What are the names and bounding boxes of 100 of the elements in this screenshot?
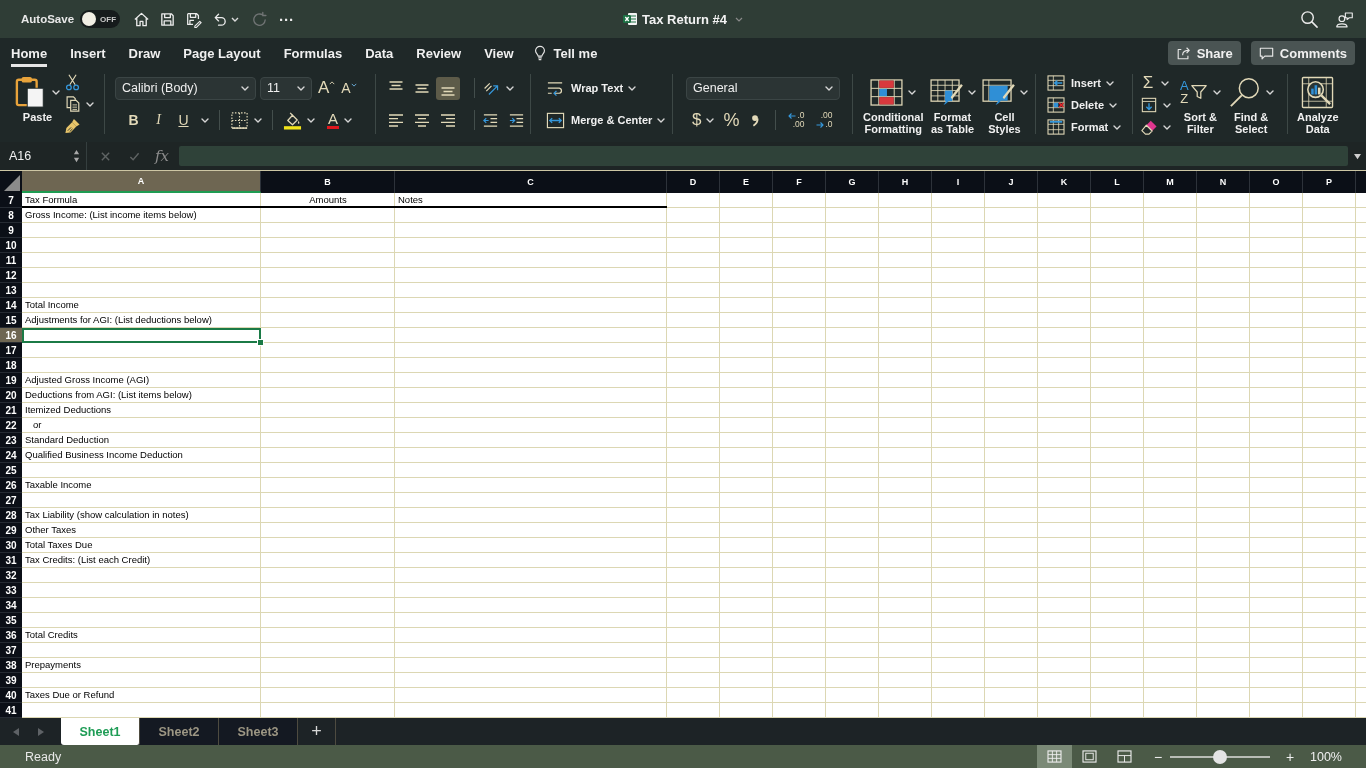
table-cell-text: Adjustments for AGI: (List deductions below) — [24, 313, 213, 327]
expand-icon[interactable] — [1353, 152, 1362, 160]
grid-x-icon — [1047, 97, 1065, 113]
normal-view-button[interactable] — [1037, 745, 1072, 768]
more-button[interactable]: ··· — [279, 10, 295, 28]
selected-cell[interactable] — [22, 328, 261, 343]
ribbon-tab[interactable]: Page Layout — [183, 39, 261, 67]
currency-button[interactable]: $ — [692, 110, 702, 130]
check-icon[interactable] — [129, 150, 140, 162]
italic-button[interactable]: I — [146, 109, 171, 131]
sheet-tab[interactable]: Sheet2 — [140, 718, 219, 745]
format-cells-button[interactable]: Format — [1047, 116, 1132, 138]
save-pencil-icon[interactable] — [185, 10, 203, 28]
zoom-in-button[interactable]: + — [1284, 748, 1296, 765]
cell-grid[interactable] — [22, 193, 1366, 718]
decrease-decimal-button[interactable]: .00 .0 — [814, 111, 833, 129]
grid-icon — [1047, 750, 1062, 763]
eraser-icon[interactable] — [1140, 119, 1158, 135]
redo-icon[interactable] — [251, 10, 269, 28]
paintbrush-icon[interactable] — [64, 117, 81, 135]
conditional-formatting-button[interactable]: Conditional Formatting — [863, 68, 924, 142]
bold-button[interactable]: B — [121, 109, 146, 131]
table-brush-icon — [929, 78, 963, 106]
ribbon-tab[interactable]: Home — [11, 39, 48, 67]
home-icon[interactable] — [133, 10, 151, 28]
fill-bucket-icon[interactable] — [283, 110, 302, 130]
increase-decimal-button[interactable]: .0 .00 — [786, 111, 805, 129]
ribbon-tab[interactable]: Formulas — [283, 39, 343, 67]
font-name-dropdown[interactable]: Calibri (Body) — [115, 76, 256, 100]
merge-center-button[interactable]: Merge & Center — [546, 110, 666, 130]
table-cell-text: Taxes Due or Refund — [24, 688, 116, 702]
name-box[interactable]: A16 — [0, 142, 87, 170]
table-cell: Amounts — [261, 193, 395, 208]
table-cell-text: Itemized Deductions — [24, 403, 113, 417]
zoom-slider-thumb[interactable] — [1213, 749, 1227, 764]
ribbon-tab[interactable]: Review — [416, 39, 462, 67]
cancel-icon[interactable] — [100, 150, 111, 162]
table-grid-icon — [1047, 119, 1065, 135]
delete-cells-button[interactable]: Delete — [1047, 94, 1132, 116]
formula-input[interactable] — [179, 146, 1348, 166]
save-icon[interactable] — [159, 10, 177, 28]
grid-arrow-icon — [1047, 75, 1065, 91]
cell-styles-button[interactable]: Cell Styles — [981, 68, 1028, 142]
comments-button[interactable]: Comments — [1250, 41, 1355, 65]
find-select-button[interactable]: Find & Select — [1228, 68, 1274, 142]
scroll-right-icon[interactable] — [37, 726, 45, 737]
align-bottom-button[interactable] — [436, 76, 460, 100]
table-cell-text: Gross Income: (List income items below) — [24, 208, 198, 222]
sort-filter-button[interactable]: A Z Sort & Filter — [1180, 68, 1221, 142]
zoom-out-button[interactable]: − — [1152, 748, 1164, 765]
fill-handle[interactable] — [257, 339, 264, 346]
triangle-icon — [4, 175, 20, 191]
format-as-table-button[interactable]: Format as Table — [929, 68, 976, 142]
document-title: Tax Return #4 — [642, 11, 727, 27]
row-header[interactable]: 16 — [0, 328, 22, 343]
autosave-toggle[interactable]: OFF — [80, 10, 121, 28]
table-cell-text: Tax Liability (show calculation in notes) — [24, 508, 190, 522]
table-cell: Tax Formula — [22, 193, 261, 208]
insert-function-button[interactable]: fx — [155, 147, 169, 165]
analyze-data-button[interactable]: Analyze Data — [1297, 68, 1339, 142]
share-button[interactable]: Share — [1167, 41, 1241, 65]
insert-cells-button[interactable]: Insert — [1047, 72, 1132, 94]
share-icon — [1175, 45, 1191, 61]
zoom-level-text: 100% — [1310, 749, 1342, 764]
scissors-icon[interactable] — [64, 73, 81, 91]
table-cell-text: Standard Deduction — [24, 433, 110, 447]
borders-icon[interactable] — [230, 110, 249, 130]
table-cell-text: Deductions from AGI: (List items below) — [24, 388, 193, 402]
ribbon-tab[interactable]: Insert — [70, 39, 106, 67]
tell-me-button[interactable]: Tell me — [531, 45, 598, 61]
sheet-tab[interactable]: Sheet1 — [61, 718, 140, 745]
sheet-tab[interactable]: Sheet3 — [219, 718, 298, 745]
comma-icon[interactable] — [751, 113, 760, 127]
underline-button[interactable]: U — [171, 109, 196, 131]
caret-up-icon — [329, 81, 336, 85]
autosum-button[interactable]: Σ — [1140, 72, 1176, 94]
ribbon-tab[interactable]: View — [484, 39, 514, 67]
funnel-icon — [1189, 83, 1208, 101]
person-chat-icon[interactable] — [1335, 9, 1354, 29]
search-icon[interactable] — [1300, 9, 1319, 29]
column-header[interactable]: A — [22, 171, 261, 193]
font-color-button[interactable]: A — [327, 109, 339, 131]
ribbon-tab[interactable]: Draw — [128, 39, 161, 67]
align-middle-icon — [415, 83, 429, 93]
copy-icon[interactable] — [64, 95, 81, 113]
align-bottom-icon — [441, 86, 455, 96]
align-center-icon — [415, 113, 429, 127]
fill-down-icon[interactable] — [1140, 97, 1158, 113]
table-cell-text: Other Taxes — [24, 523, 78, 537]
paste-button[interactable]: Paste — [15, 68, 60, 142]
shrink-font-button[interactable]: A — [341, 80, 357, 96]
align-right-icon — [441, 113, 455, 127]
font-size-dropdown[interactable]: 11 — [260, 76, 312, 100]
scroll-left-icon[interactable] — [12, 726, 20, 737]
number-format-dropdown[interactable]: General — [686, 76, 840, 100]
grow-font-button[interactable]: A — [318, 78, 336, 98]
stepper-icon[interactable] — [73, 149, 80, 163]
wrap-text-button[interactable]: Wrap Text — [546, 78, 637, 98]
ribbon-tab[interactable]: Data — [365, 39, 394, 67]
percent-button[interactable]: % — [723, 109, 740, 131]
